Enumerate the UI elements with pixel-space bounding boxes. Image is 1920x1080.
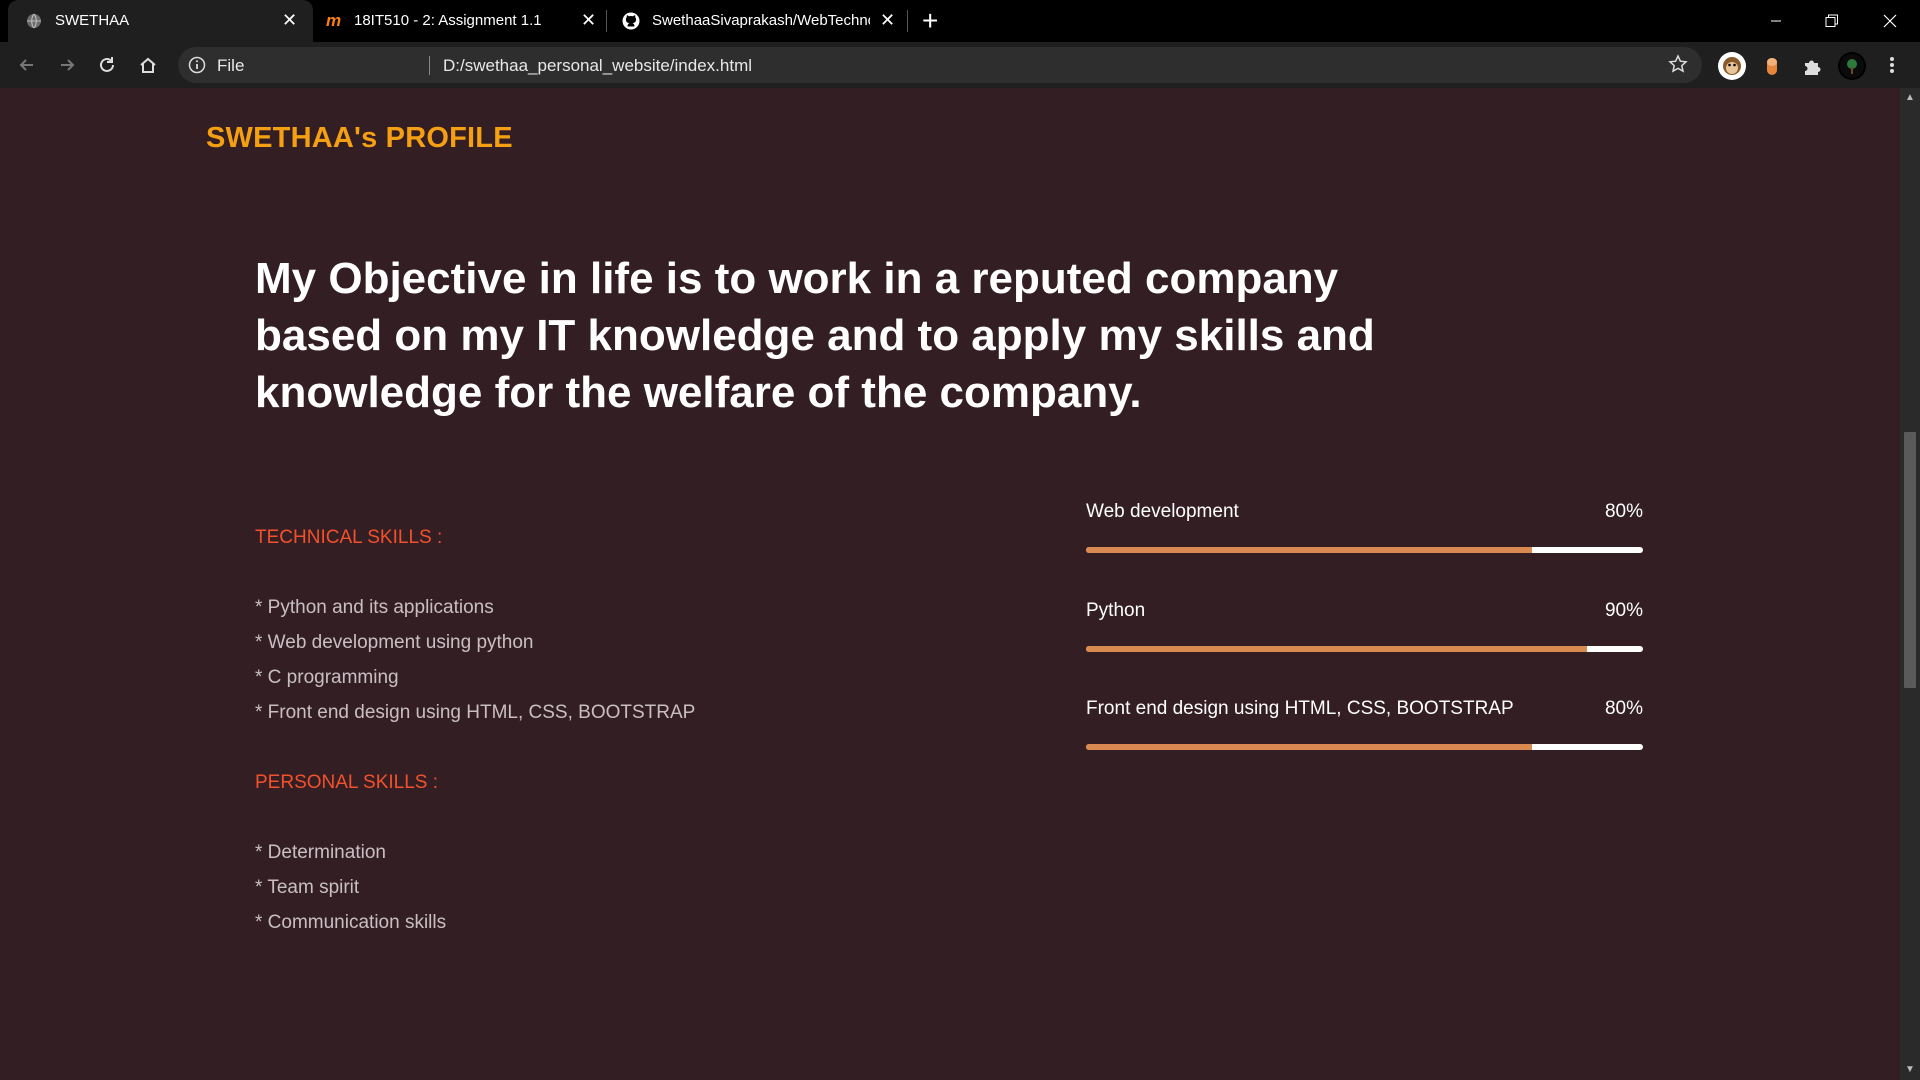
technical-skills-title: TECHNICAL SKILLS : <box>255 527 443 548</box>
progress-label: Web development <box>1086 501 1239 522</box>
personal-skill-item: * Determination <box>255 842 386 863</box>
personal-skill-item: * Team spirit <box>255 877 360 898</box>
progress-bar <box>1086 547 1643 553</box>
tab-title: SwethaaSivaprakash/WebTechno <box>652 12 870 29</box>
reload-icon[interactable] <box>92 50 122 80</box>
minimize-icon[interactable] <box>1748 0 1804 42</box>
address-bar[interactable]: File D:/swethaa_personal_website/index.h… <box>178 47 1702 83</box>
globe-icon <box>26 13 42 33</box>
progress-percent: 80% <box>1604 698 1643 719</box>
github-icon <box>622 12 640 34</box>
close-icon[interactable]: ✕ <box>880 10 895 31</box>
objective-heading: My Objective in life is to work in a rep… <box>255 254 1375 417</box>
address-divider <box>429 56 430 75</box>
plus-icon[interactable]: + <box>922 4 938 38</box>
browser-toolbar: File D:/swethaa_personal_website/index.h… <box>0 42 1920 88</box>
moodle-icon: m <box>326 11 342 30</box>
vertical-scrollbar[interactable]: ▲ ▼ <box>1900 88 1920 1080</box>
monkey-extension-icon[interactable] <box>1718 52 1746 80</box>
progress-percent: 90% <box>1604 600 1643 621</box>
info-icon[interactable] <box>188 56 206 79</box>
capsule-extension-icon[interactable] <box>1758 52 1786 80</box>
scroll-down-icon[interactable]: ▼ <box>1904 1064 1916 1076</box>
progress-label: Python <box>1086 600 1146 621</box>
tab-assignment[interactable]: m 18IT510 - 2: Assignment 1.1 ✕ <box>313 0 606 42</box>
tab-title: SWETHAA <box>55 12 130 29</box>
technical-skill-item: * Python and its applications <box>255 597 494 618</box>
navbar-brand[interactable]: SWETHAA's PROFILE <box>206 122 513 155</box>
scroll-up-icon[interactable]: ▲ <box>1904 92 1916 104</box>
puzzle-icon[interactable] <box>1798 52 1826 80</box>
close-window-icon[interactable] <box>1862 0 1918 42</box>
menu-dots-icon[interactable] <box>1877 50 1907 80</box>
personal-skill-item: * Communication skills <box>255 912 447 933</box>
progress-fill <box>1086 547 1532 553</box>
progress-bar <box>1086 744 1643 750</box>
technical-skill-item: * Front end design using HTML, CSS, BOOT… <box>255 702 696 723</box>
tab-swethaa[interactable]: SWETHAA ✕ <box>8 0 313 42</box>
technical-skill-item: * Web development using python <box>255 632 534 653</box>
progress-label: Front end design using HTML, CSS, BOOTST… <box>1086 698 1514 719</box>
progress-fill <box>1086 646 1588 652</box>
back-icon[interactable] <box>12 50 42 80</box>
home-icon[interactable] <box>133 50 163 80</box>
star-icon[interactable] <box>1668 54 1688 79</box>
scrollbar-thumb[interactable] <box>1904 432 1916 688</box>
technical-skill-item: * C programming <box>255 667 399 688</box>
progress-percent: 80% <box>1604 501 1643 522</box>
scheme-label: File <box>217 56 245 75</box>
personal-skills-title: PERSONAL SKILLS : <box>255 772 439 793</box>
close-icon[interactable]: ✕ <box>282 10 297 31</box>
profile-avatar[interactable] <box>1838 52 1866 80</box>
url-text[interactable]: D:/swethaa_personal_website/index.html <box>443 56 752 76</box>
restore-icon[interactable] <box>1804 0 1860 42</box>
tab-separator <box>907 10 908 32</box>
progress-fill <box>1086 744 1532 750</box>
tab-strip: SWETHAA ✕ m 18IT510 - 2: Assignment 1.1 … <box>0 0 1920 42</box>
page-content: SWETHAA's PROFILE My Objective in life i… <box>0 88 1900 1080</box>
tab-title: 18IT510 - 2: Assignment 1.1 <box>354 12 542 29</box>
forward-icon[interactable] <box>52 50 82 80</box>
progress-bar <box>1086 646 1643 652</box>
tab-github[interactable]: SwethaaSivaprakash/WebTechno ✕ <box>607 0 907 42</box>
close-icon[interactable]: ✕ <box>581 10 596 31</box>
